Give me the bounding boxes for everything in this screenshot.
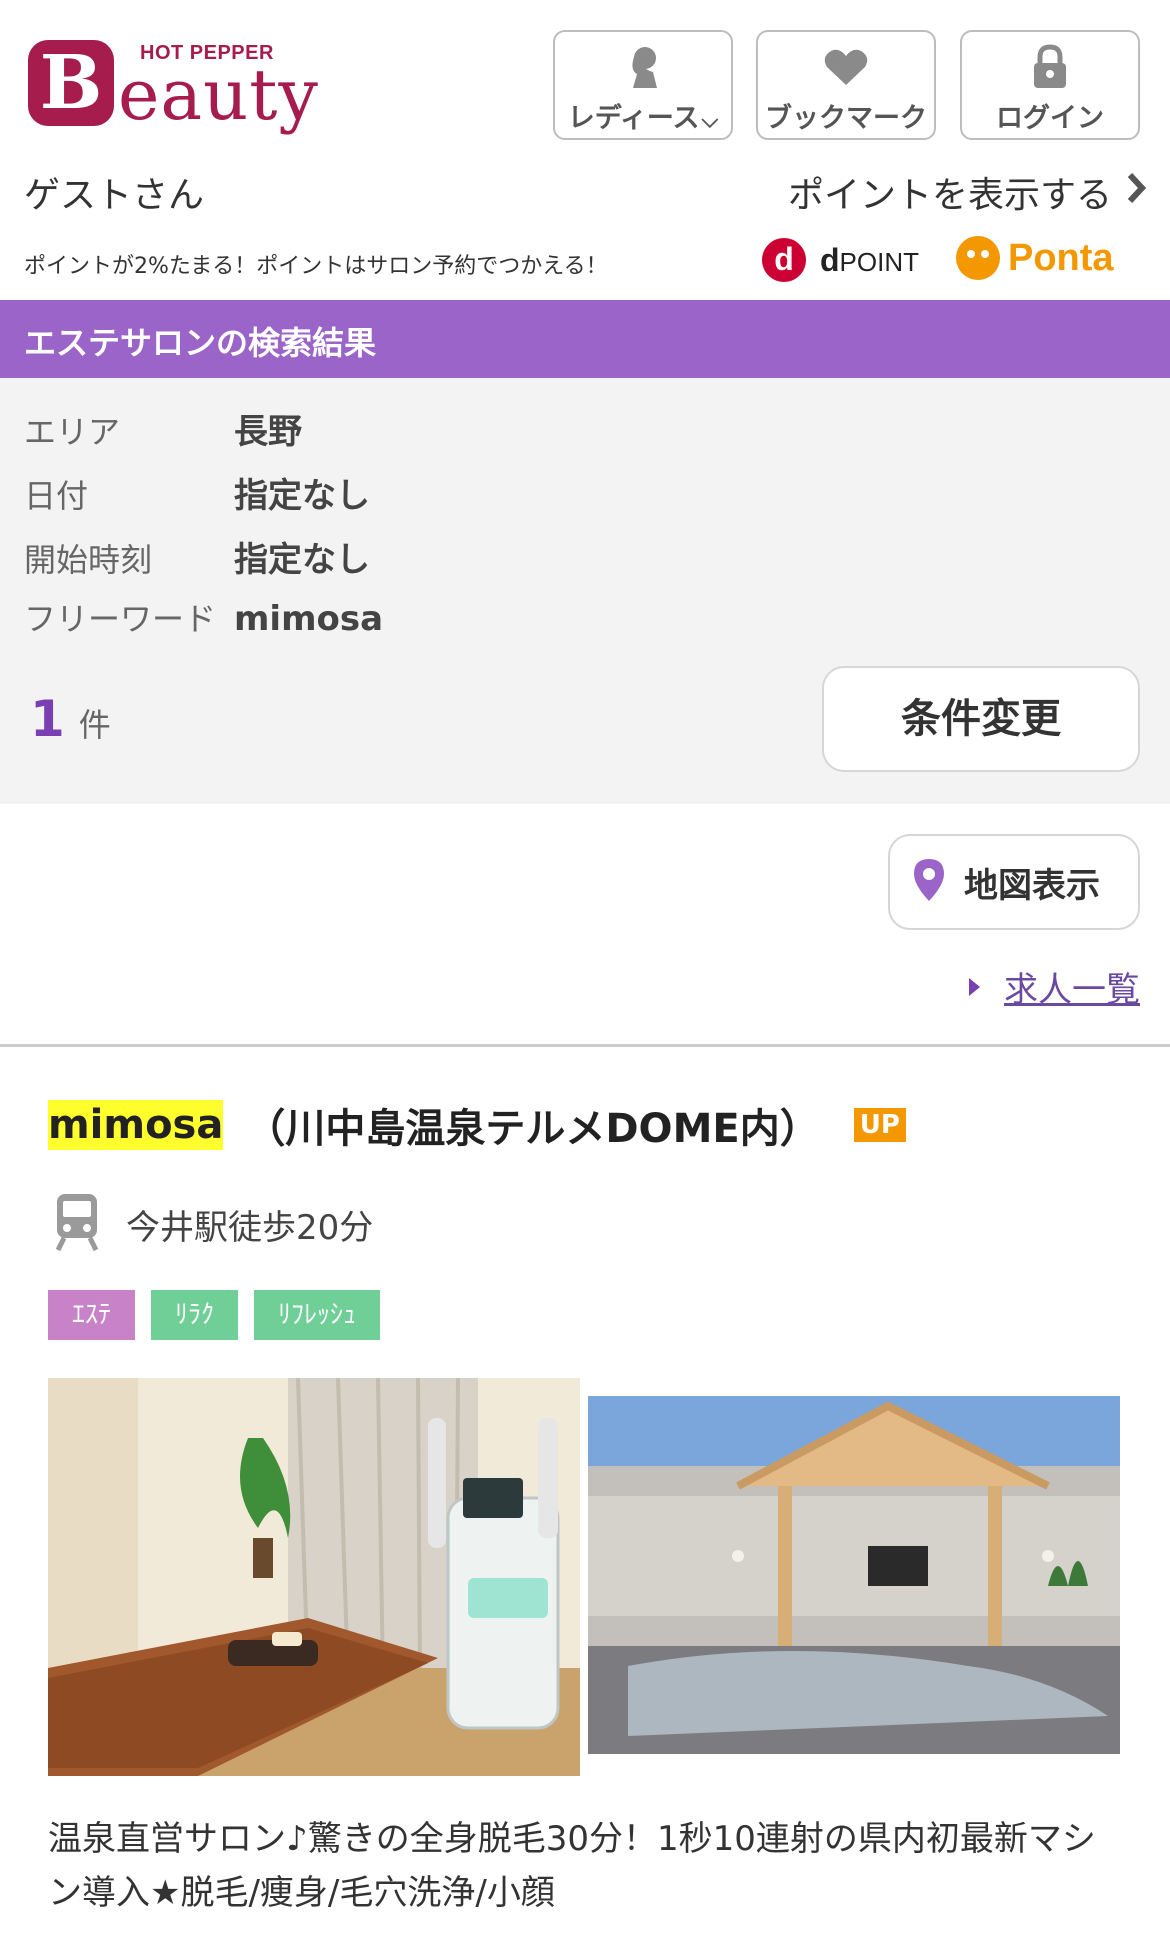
- ponta-logo: Ponta: [956, 236, 1114, 280]
- station-text: 今井駅徒歩20分: [126, 1207, 374, 1248]
- ladies-label: レディース: [567, 103, 700, 134]
- ladies-menu-button[interactable]: レディース⌵: [553, 30, 733, 140]
- condition-free-word: フリーワード mimosa: [24, 594, 383, 640]
- map-pin-icon: [912, 857, 946, 907]
- heart-icon: [758, 42, 934, 92]
- triangle-right-icon: [969, 977, 980, 996]
- map-view-button[interactable]: 地図表示: [888, 834, 1140, 930]
- condition-value: mimosa: [234, 599, 384, 639]
- condition-date: 日付 指定なし: [24, 468, 370, 517]
- search-results-bar: エステサロンの検索結果: [0, 300, 1170, 378]
- dpoint-label-prefix: d: [820, 241, 840, 278]
- guest-name: ゲストさん: [24, 175, 205, 216]
- salon-description: 温泉直営サロン♪驚きの全身脱毛30分！1秒10連射の県内初最新マシン導入★脱毛/…: [48, 1819, 1096, 1913]
- dpoint-label: POINT: [839, 246, 919, 277]
- condition-key: 開始時刻: [24, 541, 153, 579]
- bookmark-button[interactable]: ブックマーク: [756, 30, 936, 140]
- condition-value: 指定なし: [234, 540, 370, 580]
- result-count-number: 1: [30, 690, 65, 748]
- condition-area: エリア 長野: [24, 404, 302, 453]
- chevron-down-icon: ⌵: [701, 108, 719, 133]
- condition-start-time: 開始時刻 指定なし: [24, 532, 370, 581]
- logo-badge: B: [28, 40, 114, 126]
- divider: [0, 1044, 1170, 1047]
- bookmark-label: ブックマーク: [765, 103, 927, 134]
- condition-value: 長野: [234, 412, 302, 452]
- condition-key: 日付: [24, 477, 89, 515]
- salon-name-rest: （川中島温泉テルメDOME内）: [245, 1106, 820, 1152]
- dpoint-icon: d: [762, 238, 806, 282]
- tag-refresh: ﾘﾌﾚｯｼｭ: [254, 1290, 381, 1340]
- job-listings-link[interactable]: 求人一覧: [969, 962, 1140, 1011]
- show-points-link[interactable]: ポイントを表示する: [788, 166, 1148, 218]
- ponta-label: Ponta: [1008, 236, 1114, 279]
- map-view-label: 地図表示: [964, 865, 1100, 906]
- salon-name-link[interactable]: mimosa （川中島温泉テルメDOME内） UP: [48, 1096, 906, 1154]
- dpoint-logo: d dPOINT: [762, 238, 919, 282]
- ponta-icon: [956, 236, 1000, 280]
- result-count-unit: 件: [78, 706, 111, 744]
- up-badge: UP: [853, 1108, 906, 1142]
- salon-access: 今井駅徒歩20分: [54, 1192, 373, 1256]
- login-label: ログイン: [996, 103, 1104, 134]
- condition-key: フリーワード: [24, 600, 217, 638]
- salon-photo-treatment-room[interactable]: [48, 1378, 580, 1776]
- tag-relax: ﾘﾗｸ: [151, 1290, 239, 1340]
- hotpepper-beauty-logo[interactable]: B HOT PEPPER eauty: [28, 36, 318, 130]
- search-conditions: エリア 長野 日付 指定なし 開始時刻 指定なし フリーワード mimosa 1…: [0, 378, 1170, 804]
- condition-key: エリア: [24, 413, 121, 451]
- tag-esthe: ｴｽﾃ: [48, 1290, 136, 1340]
- job-listings-label: 求人一覧: [1004, 970, 1140, 1010]
- header: B HOT PEPPER eauty レディース⌵ ブックマーク ログイン ゲス…: [0, 0, 1170, 216]
- points-promo-text: ポイントが2%たまる！ポイントはサロン予約でつかえる！: [24, 254, 608, 279]
- result-count: 1 件: [30, 690, 111, 748]
- logo-text: eauty: [118, 54, 319, 136]
- genre-tags: ｴｽﾃ ﾘﾗｸ ﾘﾌﾚｯｼｭ: [48, 1290, 396, 1340]
- condition-value: 指定なし: [234, 476, 370, 516]
- login-button[interactable]: ログイン: [960, 30, 1140, 140]
- salon-photo-onsen[interactable]: [588, 1396, 1120, 1754]
- show-points-label: ポイントを表示する: [787, 175, 1112, 216]
- salon-name-highlight: mimosa: [48, 1100, 224, 1150]
- lock-icon: [962, 42, 1138, 92]
- search-results-title: エステサロンの検索結果: [24, 324, 377, 362]
- chevron-right-icon: [1126, 171, 1148, 214]
- change-conditions-button[interactable]: 条件変更: [822, 666, 1140, 772]
- lady-icon: [555, 42, 731, 92]
- train-icon: [54, 1192, 100, 1256]
